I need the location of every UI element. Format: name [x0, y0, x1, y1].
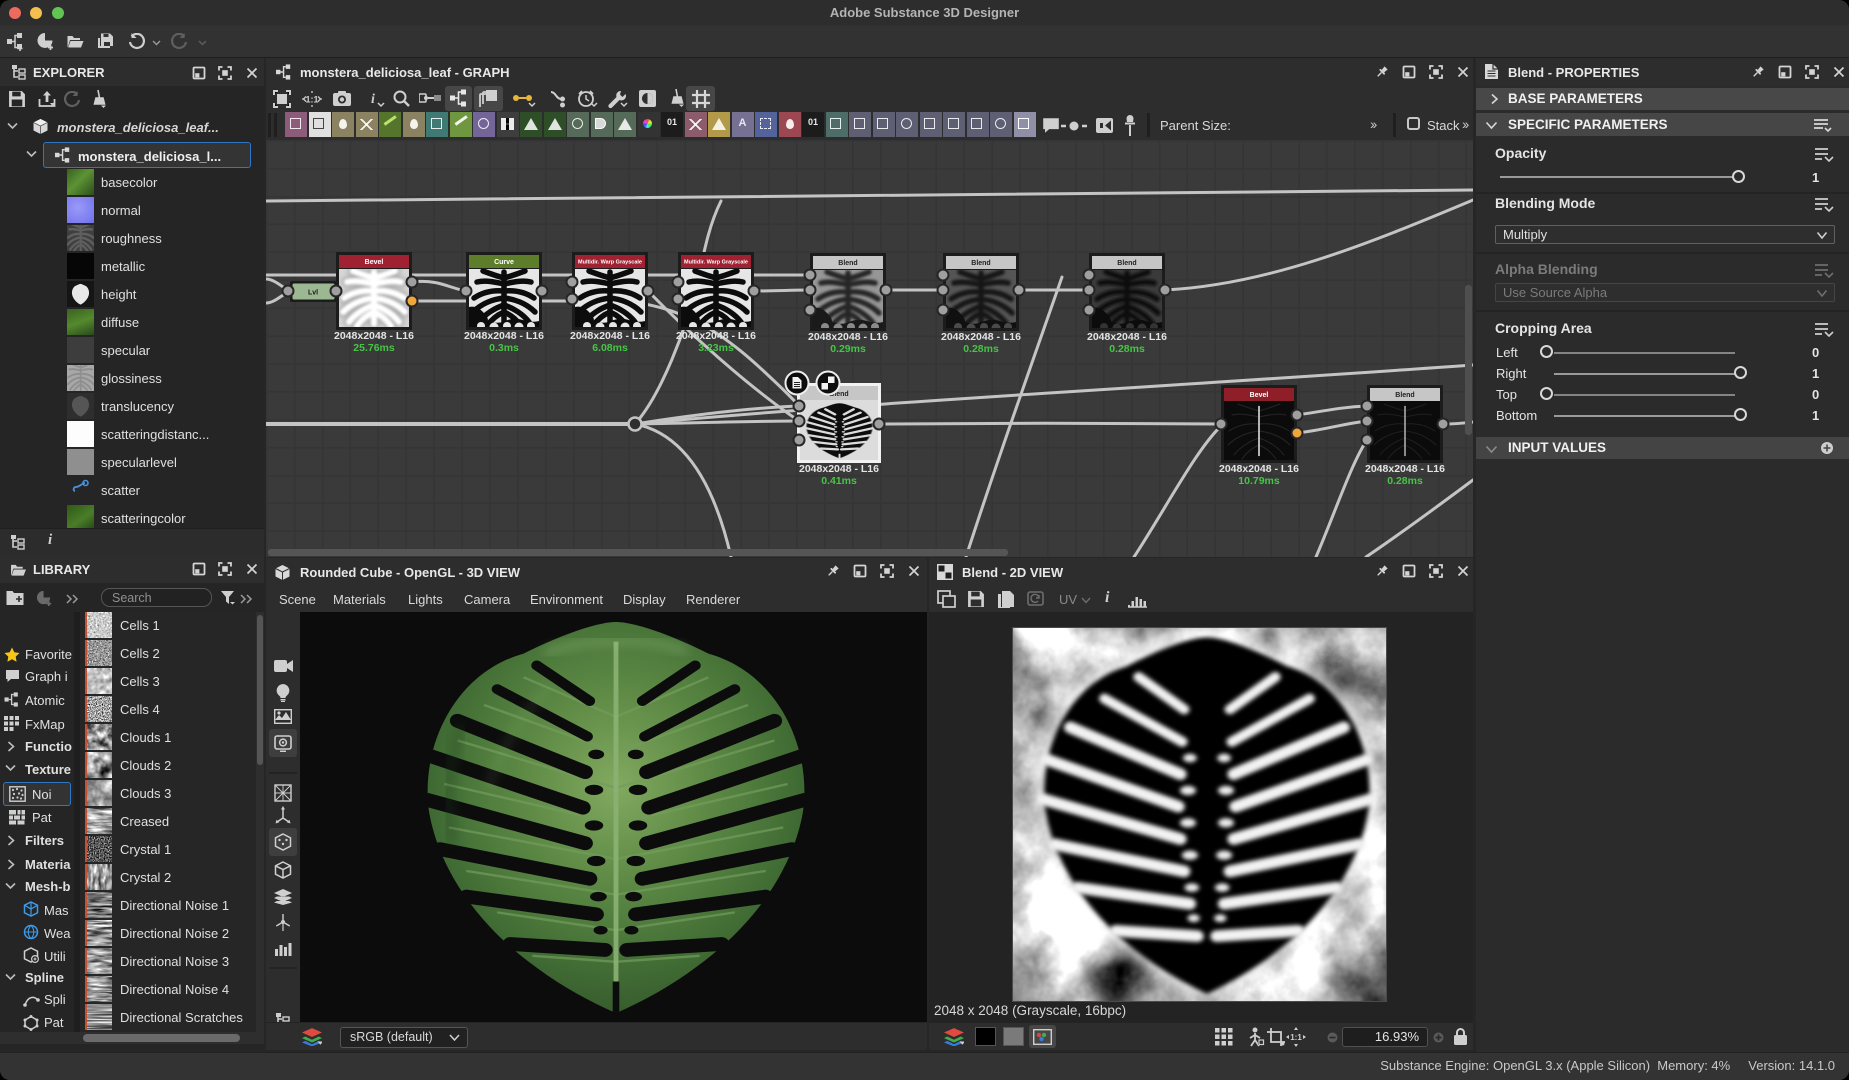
svg-text:Multidir. Warp Grayscale: Multidir. Warp Grayscale: [578, 260, 642, 266]
svg-text:Bevel: Bevel: [365, 259, 384, 266]
svg-text:2048x2048 - L16: 2048x2048 - L16: [1087, 331, 1167, 343]
svg-text:2048x2048 - L16: 2048x2048 - L16: [1365, 463, 1445, 475]
svg-text:3.23ms: 3.23ms: [698, 342, 734, 354]
svg-text:2048x2048 - L16: 2048x2048 - L16: [676, 330, 756, 342]
svg-text:0.41ms: 0.41ms: [821, 475, 857, 487]
svg-text:25.76ms: 25.76ms: [353, 342, 395, 354]
svg-text:10.79ms: 10.79ms: [1238, 475, 1280, 487]
svg-text:2048x2048 - L16: 2048x2048 - L16: [464, 330, 544, 342]
svg-text:2048x2048 - L16: 2048x2048 - L16: [799, 463, 879, 475]
svg-text:Lvl: Lvl: [308, 290, 318, 297]
svg-text:Blend: Blend: [971, 260, 990, 267]
svg-text:2048x2048 - L16: 2048x2048 - L16: [570, 330, 650, 342]
svg-text:6.08ms: 6.08ms: [592, 342, 628, 354]
svg-text:2048x2048 - L16: 2048x2048 - L16: [808, 331, 888, 343]
svg-text:Blend: Blend: [1117, 260, 1136, 267]
svg-text:2048x2048 - L16: 2048x2048 - L16: [334, 330, 414, 342]
svg-text:0.28ms: 0.28ms: [1387, 475, 1423, 487]
svg-text:0.28ms: 0.28ms: [963, 343, 999, 355]
svg-text:1:1: 1:1: [305, 95, 318, 105]
svg-text:0.3ms: 0.3ms: [489, 342, 519, 354]
svg-text:2048x2048 - L16: 2048x2048 - L16: [941, 331, 1021, 343]
svg-text:Bevel: Bevel: [1250, 392, 1269, 399]
svg-text:0.28ms: 0.28ms: [1109, 343, 1145, 355]
svg-text:1:1: 1:1: [1290, 1033, 1302, 1042]
svg-text:i: i: [371, 92, 375, 107]
svg-text:2048x2048 - L16: 2048x2048 - L16: [1219, 463, 1299, 475]
svg-text:0.29ms: 0.29ms: [830, 343, 866, 355]
svg-text:Blend: Blend: [838, 260, 857, 267]
svg-text:Curve: Curve: [494, 259, 514, 266]
svg-text:Blend: Blend: [1395, 392, 1414, 399]
svg-text:Multidir. Warp Grayscale: Multidir. Warp Grayscale: [684, 260, 748, 266]
